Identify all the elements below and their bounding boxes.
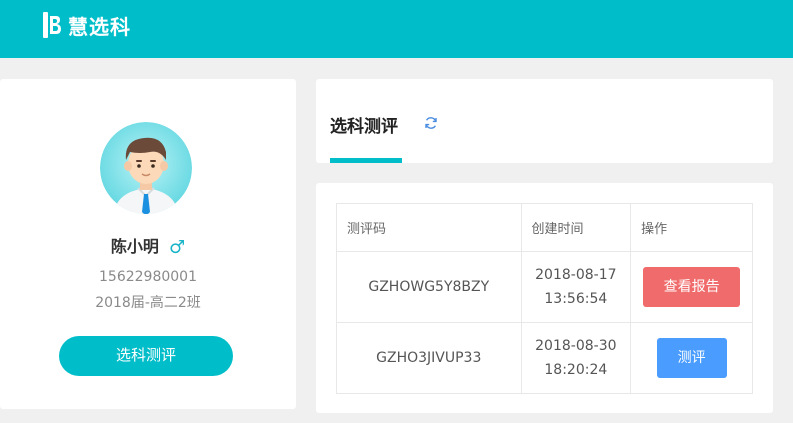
table-row: GZHOWG5Y8BZY 2018-08-17 13:56:54 查看报告: [336, 251, 753, 323]
evaluation-code: GZHO3JIVUP33: [336, 322, 522, 394]
created-clock: 13:56:54: [544, 291, 608, 307]
avatar: [100, 122, 192, 214]
top-bar: 慧选科: [0, 0, 793, 58]
created-date: 2018-08-17: [535, 267, 617, 283]
tabs-card: 选科测评: [316, 79, 773, 163]
male-gender-icon: ♂: [168, 237, 186, 258]
header-created-time: 创建时间: [520, 203, 632, 252]
refresh-icon[interactable]: [424, 116, 438, 130]
user-phone: 15622980001: [99, 269, 197, 285]
evaluation-table: 测评码 创建时间 操作 GZHOWG5Y8BZY 2018-08-17 13:5…: [336, 203, 753, 394]
app-name: 慧选科: [68, 14, 131, 39]
evaluate-button[interactable]: 测评: [656, 338, 727, 378]
start-evaluation-button[interactable]: 选科测评: [59, 336, 233, 376]
profile-card: 陈小明 ♂ 15622980001 2018届-高二2班 选科测评: [0, 79, 296, 409]
tab-course-evaluation[interactable]: 选科测评: [330, 112, 398, 137]
logo-icon: [43, 12, 61, 38]
created-time: 2018-08-30 18:20:24: [520, 322, 632, 394]
avatar-image: [100, 122, 192, 214]
app-logo[interactable]: 慧选科: [42, 12, 131, 39]
tab-active-indicator: [330, 158, 402, 163]
table-header-row: 测评码 创建时间 操作: [336, 203, 753, 252]
view-report-button[interactable]: 查看报告: [643, 267, 741, 307]
action-cell: 查看报告: [630, 251, 753, 323]
evaluation-code: GZHOWG5Y8BZY: [336, 251, 522, 323]
created-time: 2018-08-17 13:56:54: [520, 251, 632, 323]
header-code: 测评码: [336, 203, 522, 252]
action-cell: 测评: [630, 322, 753, 394]
user-name-row: 陈小明 ♂: [0, 233, 296, 258]
user-class: 2018届-高二2班: [95, 295, 201, 311]
user-name: 陈小明: [110, 237, 159, 256]
table-row: GZHO3JIVUP33 2018-08-30 18:20:24 测评: [336, 322, 753, 394]
evaluation-table-card: 测评码 创建时间 操作 GZHOWG5Y8BZY 2018-08-17 13:5…: [316, 183, 773, 413]
created-date: 2018-08-30: [535, 338, 617, 354]
header-actions: 操作: [630, 203, 753, 252]
created-clock: 18:20:24: [544, 362, 608, 378]
